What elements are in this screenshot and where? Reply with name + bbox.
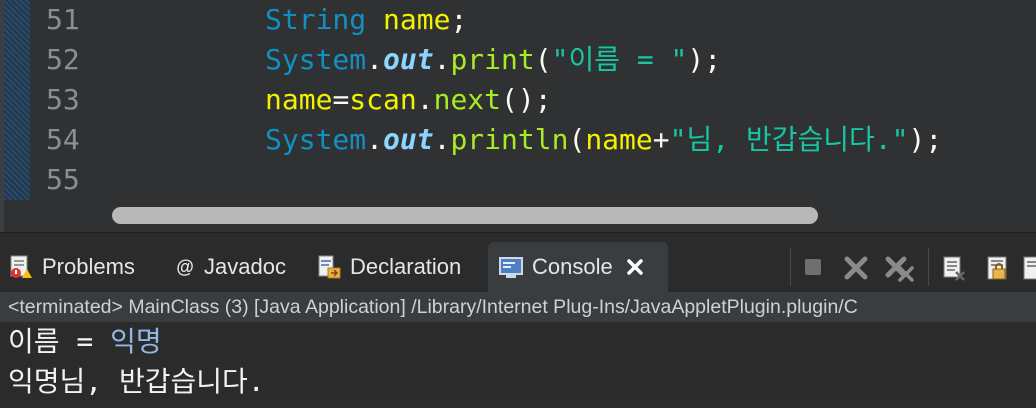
line-number: 54 [46, 123, 80, 156]
problems-icon [8, 254, 34, 280]
console-line: 익명님, 반갑습니다. [8, 365, 265, 398]
word-wrap-icon[interactable] [1022, 254, 1036, 282]
tab-console-label: Console [532, 254, 613, 279]
code-token: name [383, 3, 451, 36]
console-output[interactable]: 이름 = 익명 익명님, 반갑습니다. [0, 322, 1036, 408]
code-token: . [366, 123, 384, 156]
remove-all-terminated-icon[interactable] [884, 254, 914, 282]
code-token: = [332, 83, 350, 116]
svg-text:@: @ [176, 257, 194, 277]
terminate-icon[interactable] [800, 254, 828, 282]
toolbar-separator [928, 248, 929, 286]
toolbar-separator [790, 248, 791, 286]
code-token: "이름 = " [551, 43, 688, 76]
at-sign-icon: @ [174, 254, 196, 280]
code-token: name [585, 123, 653, 156]
tab-javadoc[interactable]: @ Javadoc [174, 242, 286, 292]
code-token: System [265, 43, 367, 76]
code-token: . [416, 83, 434, 116]
console-icon [498, 254, 524, 280]
close-icon[interactable] [625, 257, 645, 277]
clear-console-icon[interactable] [940, 254, 968, 282]
remove-launch-icon[interactable] [842, 254, 870, 282]
line-number: 52 [46, 43, 80, 76]
tab-problems[interactable]: Problems [8, 242, 135, 292]
code-token: String [265, 3, 367, 36]
line-number: 51 [46, 3, 80, 36]
editor-bottom-gutter [4, 200, 104, 232]
tab-javadoc-label: Javadoc [204, 254, 286, 279]
console-prompt: 이름 = [8, 325, 111, 358]
declaration-icon [316, 254, 342, 280]
horizontal-scrollbar-thumb[interactable] [112, 207, 818, 224]
code-token: scan [349, 83, 417, 116]
code-token: next [433, 83, 502, 116]
code-token: ); [908, 123, 943, 156]
code-token: out [383, 123, 434, 156]
line-number: 53 [46, 83, 80, 116]
console-line: 이름 = 익명 [8, 322, 162, 362]
code-token: + [652, 123, 670, 156]
overview-ruler [4, 0, 30, 200]
code-token: . [366, 43, 384, 76]
code-editor[interactable]: 51 String name; 52 System.out.print("이름 = "… [0, 0, 1036, 232]
code-token: (); [501, 83, 552, 116]
code-line[interactable]: name=scan.next(); [265, 80, 552, 120]
tab-console[interactable]: Console [488, 242, 668, 292]
tab-declaration[interactable]: Declaration [316, 242, 461, 292]
code-token: println [450, 123, 569, 156]
code-token: ); [687, 43, 722, 76]
code-token: ; [450, 3, 468, 36]
code-token: out [383, 43, 434, 76]
code-line[interactable]: String name; [265, 0, 467, 40]
console-user-input: 익명 [110, 325, 162, 358]
code-line[interactable]: System.out.print("이름 = "); [265, 40, 721, 80]
tab-problems-label: Problems [42, 254, 135, 279]
console-status-line: <terminated> MainClass (3) [Java Applica… [0, 292, 1036, 322]
code-line[interactable]: System.out.println(name+"님, 반갑습니다."); [265, 120, 942, 160]
code-token: ( [568, 123, 586, 156]
line-number: 55 [46, 163, 80, 196]
code-token: "님, 반갑습니다." [669, 123, 909, 156]
scroll-lock-icon[interactable] [984, 254, 1012, 282]
code-token: . [433, 43, 451, 76]
code-token: print [450, 43, 535, 76]
code-token: System [265, 123, 367, 156]
code-token: ( [534, 43, 552, 76]
code-token: . [433, 123, 451, 156]
status-text: <terminated> MainClass (3) [Java Applica… [8, 296, 858, 318]
tab-declaration-label: Declaration [350, 254, 462, 279]
code-token: name [265, 83, 333, 116]
